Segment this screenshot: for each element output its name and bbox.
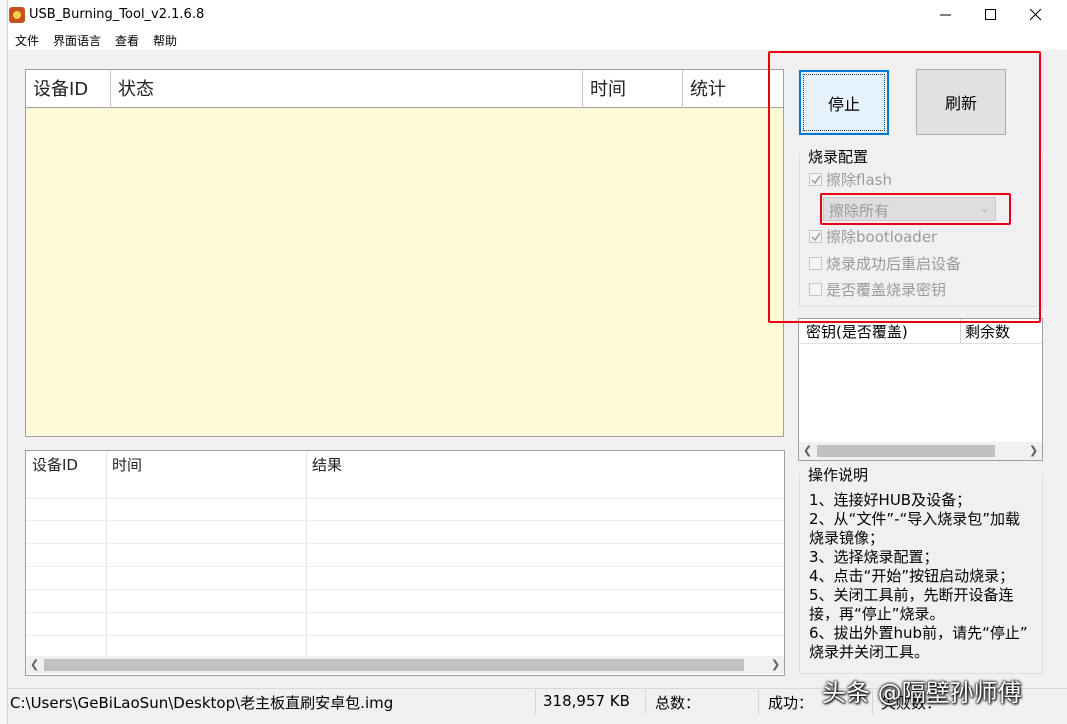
scroll-left-icon[interactable]: ❮ bbox=[803, 444, 812, 458]
instruction-line: 烧录镜像； bbox=[809, 529, 885, 547]
window-title: USB_Burning_Tool_v2.1.6.8 bbox=[29, 7, 205, 22]
status-success-label: 成功： bbox=[768, 694, 814, 712]
column-time[interactable]: 时间 bbox=[112, 454, 142, 475]
row-divider bbox=[26, 566, 784, 567]
close-button[interactable] bbox=[1013, 0, 1059, 30]
instruction-line: 1、连接好HUB及设备； bbox=[809, 491, 972, 509]
horizontal-scrollbar[interactable]: ❮ ❯ bbox=[26, 656, 784, 674]
scroll-left-icon[interactable]: ❮ bbox=[30, 658, 39, 672]
key-table[interactable]: 密钥(是否覆盖) 剩余数 ❮ ❯ bbox=[798, 318, 1043, 461]
highlight-box-controls bbox=[768, 51, 1041, 323]
column-divider bbox=[106, 451, 107, 656]
result-table[interactable]: 设备ID 时间 结果 ❮ ❯ bbox=[25, 450, 785, 676]
status-separator bbox=[645, 690, 646, 714]
menu-language[interactable]: 界面语言 bbox=[53, 32, 101, 49]
status-total-label: 总数： bbox=[655, 694, 701, 712]
instructions-title: 操作说明 bbox=[806, 464, 871, 485]
instruction-line: 6、拔出外置hub前，请先“停止” bbox=[809, 624, 1028, 642]
row-divider bbox=[26, 612, 784, 613]
column-key[interactable]: 密钥(是否覆盖) bbox=[806, 321, 908, 342]
device-status-table[interactable]: 设备ID 状态 时间 统计 bbox=[25, 69, 784, 437]
status-file-size: 318,957 KB bbox=[543, 692, 630, 710]
highlight-box-erase-mode bbox=[820, 193, 1011, 225]
menu-view[interactable]: 查看 bbox=[115, 32, 139, 49]
scroll-right-icon[interactable]: ❯ bbox=[1029, 444, 1038, 458]
instruction-line: 5、关闭工具前，先断开设备连 bbox=[809, 586, 1014, 604]
instruction-line: 2、从“文件”-“导入烧录包”加载 bbox=[809, 510, 1021, 528]
status-file-path: C:\Users\GeBiLaoSun\Desktop\老主板直刷安卓包.img bbox=[10, 694, 394, 712]
horizontal-scrollbar[interactable]: ❮ ❯ bbox=[799, 442, 1042, 460]
instruction-line: 烧录并关闭工具。 bbox=[809, 643, 930, 661]
minimize-button[interactable] bbox=[923, 0, 969, 30]
column-status[interactable]: 状态 bbox=[111, 70, 583, 108]
row-divider bbox=[26, 520, 784, 521]
column-device-id[interactable]: 设备ID bbox=[26, 70, 111, 108]
scroll-thumb[interactable] bbox=[817, 445, 995, 457]
background-window-edge bbox=[0, 0, 8, 724]
scroll-thumb[interactable] bbox=[44, 659, 744, 671]
column-remaining[interactable]: 剩余数 bbox=[965, 321, 1010, 342]
maximize-icon bbox=[985, 9, 996, 20]
column-result[interactable]: 结果 bbox=[312, 454, 342, 475]
menu-help[interactable]: 帮助 bbox=[153, 32, 177, 49]
instruction-line: 3、选择烧录配置； bbox=[809, 548, 939, 566]
scroll-right-icon[interactable]: ❯ bbox=[771, 658, 780, 672]
row-divider bbox=[26, 543, 784, 544]
row-divider bbox=[26, 589, 784, 590]
menu-file[interactable]: 文件 bbox=[15, 32, 39, 49]
instruction-line: 接，再“停止”烧录。 bbox=[809, 605, 945, 623]
row-divider bbox=[26, 635, 784, 636]
minimize-icon bbox=[940, 14, 951, 16]
status-separator bbox=[535, 690, 536, 714]
watermark: 头条 @隔壁孙师傅 bbox=[822, 679, 1022, 707]
maximize-button[interactable] bbox=[968, 0, 1014, 30]
close-icon bbox=[1030, 9, 1042, 21]
row-divider bbox=[26, 498, 784, 499]
app-window: USB_Burning_Tool_v2.1.6.8 文件 界面语言 查看 帮助 … bbox=[0, 0, 1067, 724]
column-time[interactable]: 时间 bbox=[583, 70, 683, 108]
column-divider bbox=[306, 451, 307, 656]
device-table-header: 设备ID 状态 时间 统计 bbox=[26, 70, 783, 108]
status-separator bbox=[758, 690, 759, 714]
app-icon bbox=[9, 7, 25, 23]
instruction-line: 4、点击“开始”按钮启动烧录； bbox=[809, 567, 1015, 585]
header-divider bbox=[799, 343, 1042, 344]
column-device-id[interactable]: 设备ID bbox=[32, 454, 78, 475]
